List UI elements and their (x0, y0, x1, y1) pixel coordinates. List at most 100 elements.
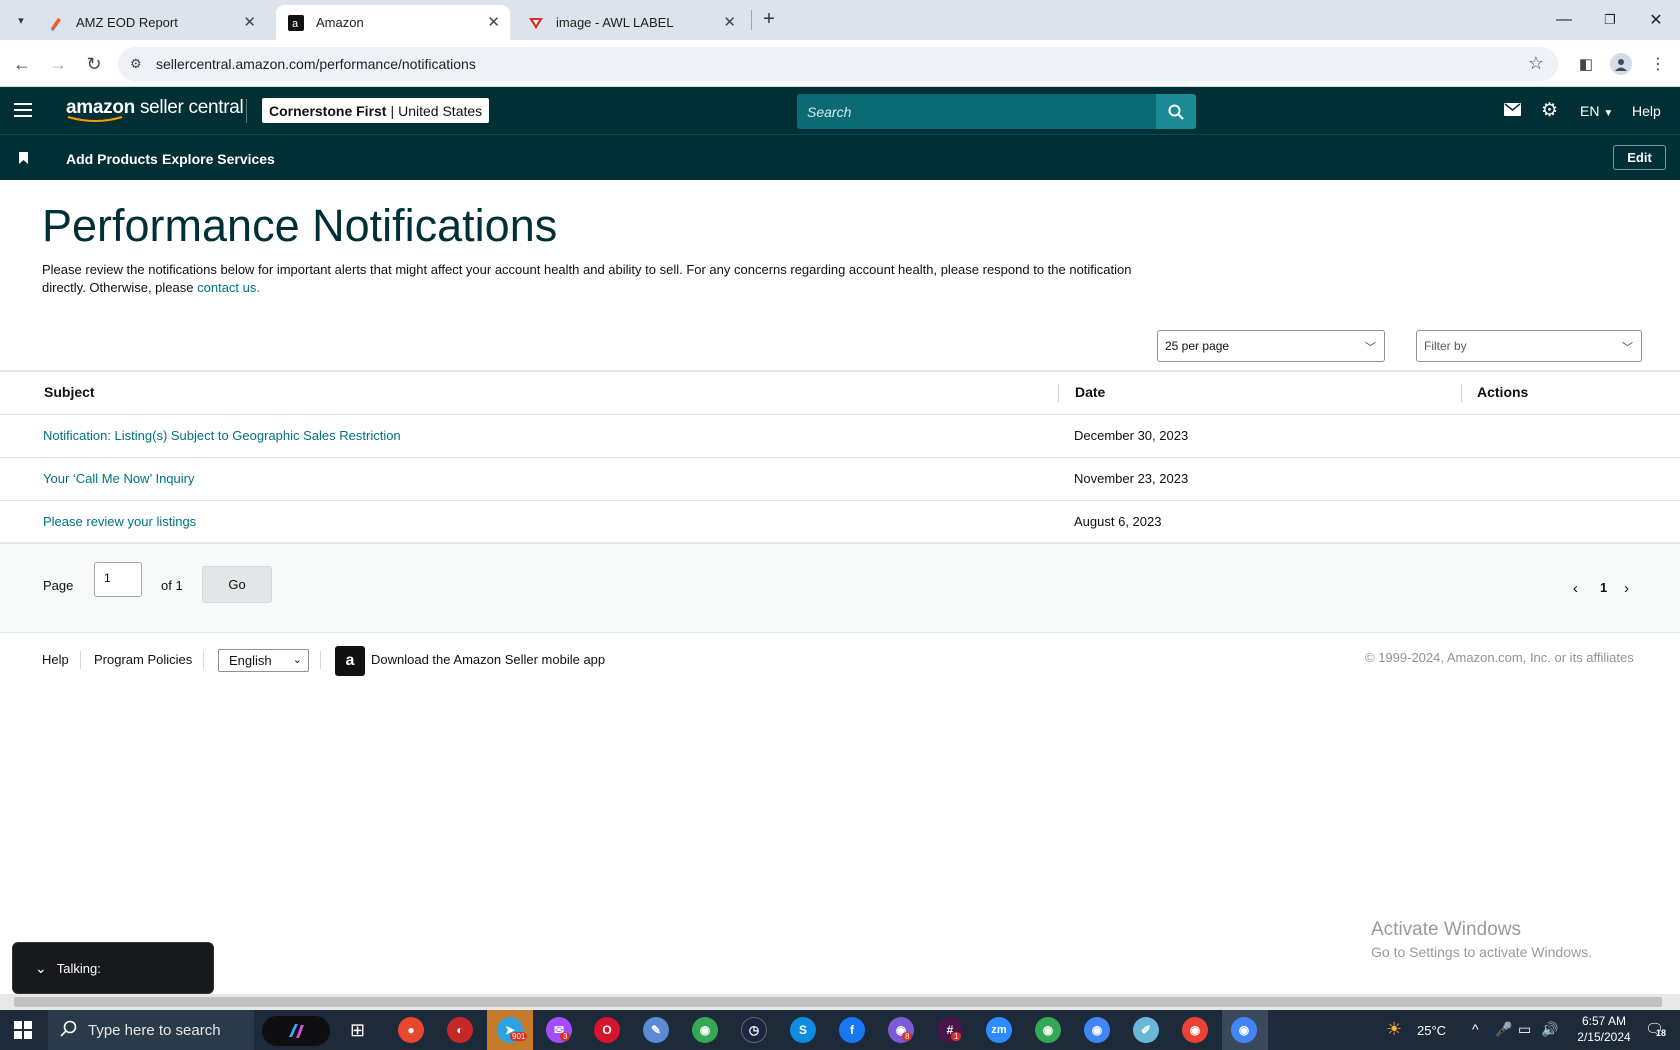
settings-gear-icon[interactable]: ⚙ (1541, 99, 1558, 122)
notification-date: November 23, 2023 (1074, 471, 1189, 486)
page-number-input[interactable]: 1 (94, 562, 142, 597)
chrome-work-icon[interactable]: ◉ (1035, 1017, 1061, 1043)
task-view-icon[interactable]: ⊞ (350, 1020, 365, 1041)
explore-services-link[interactable]: Explore Services (162, 151, 275, 167)
svg-text:a: a (292, 18, 299, 30)
hamburger-menu-icon[interactable] (14, 102, 34, 118)
talking-label: Talking: (56, 960, 101, 976)
site-info-icon[interactable]: ⚙ (130, 56, 142, 72)
facebook-app-icon[interactable]: f (839, 1017, 865, 1043)
bookmark-icon[interactable] (19, 151, 28, 169)
chrome-browser-icon[interactable]: ◉ (692, 1017, 718, 1043)
column-divider (1461, 384, 1462, 402)
amazon-favicon-icon: a (288, 14, 304, 31)
close-tab-icon[interactable]: ✕ (723, 13, 736, 31)
seller-central-logo[interactable]: amazon seller central (66, 97, 244, 122)
address-bar[interactable]: ⚙ sellercentral.amazon.com/performance/n… (118, 47, 1558, 81)
search-box[interactable]: Search (797, 94, 1196, 129)
microphone-icon[interactable]: 🎤 (1495, 1021, 1512, 1038)
pdf-app-icon[interactable]: ◐ (447, 1017, 473, 1043)
tab-amazon[interactable]: a Amazon ✕ (276, 5, 510, 40)
download-app-link[interactable]: Download the Amazon Seller mobile app (371, 652, 605, 667)
next-page-icon[interactable]: › (1624, 580, 1629, 597)
windows-start-icon[interactable] (14, 1021, 32, 1044)
tab-search-icon[interactable]: ▾ (10, 9, 32, 31)
filter-by-select[interactable]: Filter by ﹀ (1416, 330, 1642, 362)
clock-date: 2/15/2024 (1577, 1030, 1631, 1044)
side-panel-icon[interactable]: ◧ (1572, 50, 1600, 78)
weather-temp[interactable]: 25°C (1417, 1023, 1446, 1038)
notification-subject-link[interactable]: Please review your listings (43, 514, 196, 529)
notification-subject-link[interactable]: Your ‘Call Me Now’ Inquiry (43, 471, 195, 486)
footer-language-select[interactable]: English ⌄ (218, 649, 309, 672)
program-policies-link[interactable]: Program Policies (94, 652, 192, 667)
paint-app-icon[interactable]: ✎ (643, 1017, 669, 1043)
current-page-number[interactable]: 1 (1600, 580, 1607, 595)
edit-button[interactable]: Edit (1613, 145, 1666, 170)
contact-us-link[interactable]: contact us. (197, 280, 260, 295)
profile-icon[interactable] (1610, 53, 1632, 75)
telegram-badge: 901 (510, 1032, 528, 1041)
chevron-down-icon: ﹀ (1622, 342, 1633, 354)
back-icon[interactable]: ← (8, 50, 36, 78)
chrome-other-icon[interactable]: ◉ (1084, 1017, 1110, 1043)
footer-language-value: English (229, 653, 272, 668)
mail-icon[interactable] (1504, 103, 1521, 121)
forward-icon[interactable]: → (44, 50, 72, 78)
close-tab-icon[interactable]: ✕ (243, 13, 256, 31)
language-code: EN (1580, 103, 1600, 119)
previous-page-icon[interactable]: ‹ (1573, 580, 1578, 597)
search-input[interactable]: Search (807, 104, 851, 120)
chrome-second-icon[interactable]: ◉ (1182, 1017, 1208, 1043)
tab-amz-eod-report[interactable]: AMZ EOD Report ✕ (36, 5, 266, 40)
weather-icon[interactable]: ☀ (1386, 1019, 1402, 1040)
label-favicon-icon (528, 15, 544, 31)
notification-count: 18 (1656, 1028, 1667, 1038)
notes-app-icon[interactable]: ✐ (1133, 1017, 1159, 1043)
skype-app-icon[interactable]: S (790, 1017, 816, 1043)
account-switcher[interactable]: Cornerstone First | United States (262, 98, 490, 123)
chrome-app-icon[interactable]: ● (398, 1017, 424, 1043)
language-selector[interactable]: EN ▼ (1580, 103, 1613, 119)
restore-icon[interactable]: ❐ (1587, 6, 1633, 34)
bookmark-star-icon[interactable]: ☆ (1528, 53, 1544, 74)
close-window-icon[interactable]: ✕ (1633, 6, 1679, 34)
chevron-down-icon[interactable]: ⌄ (35, 960, 47, 977)
taskbar-search[interactable]: Type here to search (48, 1010, 254, 1050)
search-button[interactable] (1156, 94, 1196, 129)
seller-app-icon[interactable]: a (335, 646, 365, 676)
tab-awl-label[interactable]: image - AWL LABEL ✕ (516, 5, 746, 40)
browser-menu-icon[interactable]: ⋮ (1644, 50, 1672, 78)
notification-date: December 30, 2023 (1074, 428, 1189, 443)
network-icon[interactable]: ▭ (1518, 1021, 1531, 1038)
zoom-app-icon[interactable]: zm (986, 1017, 1012, 1043)
page-label: Page (43, 578, 74, 593)
header-help-link[interactable]: Help (1632, 103, 1661, 119)
tray-chevron-icon[interactable]: ^ (1472, 1021, 1479, 1037)
volume-icon[interactable]: 🔊 (1541, 1021, 1558, 1038)
footer-help-link[interactable]: Help (42, 652, 69, 667)
copilot-icon[interactable] (262, 1016, 330, 1046)
minimize-icon[interactable]: — (1541, 6, 1587, 34)
talking-widget[interactable]: ⌄ Talking: (12, 942, 214, 994)
opera-app-icon[interactable]: O (594, 1017, 620, 1043)
filter-placeholder: Filter by (1424, 339, 1467, 353)
tab-title: AMZ EOD Report (76, 15, 178, 30)
column-header-date[interactable]: Date (1075, 384, 1105, 400)
chrome-active-icon[interactable]: ◉ (1231, 1017, 1257, 1043)
page-title: Performance Notifications (42, 200, 558, 251)
new-tab-icon[interactable]: + (758, 8, 780, 30)
account-name: Cornerstone First (269, 102, 387, 119)
scrollbar-thumb[interactable] (14, 997, 1662, 1007)
footer-divider (80, 651, 81, 669)
close-tab-icon[interactable]: ✕ (487, 13, 500, 31)
go-button[interactable]: Go (202, 566, 272, 603)
notification-subject-link[interactable]: Notification: Listing(s) Subject to Geog… (43, 428, 401, 443)
add-products-link[interactable]: Add Products (66, 151, 158, 167)
taskbar-clock[interactable]: 6:57 AM 2/15/2024 (1574, 1014, 1634, 1044)
per-page-select[interactable]: 25 per page ﹀ (1157, 330, 1385, 362)
horizontal-scrollbar[interactable] (0, 994, 1680, 1010)
clock-app-icon[interactable]: ◷ (741, 1017, 767, 1043)
column-header-subject[interactable]: Subject (44, 384, 95, 400)
reload-icon[interactable]: ↻ (80, 50, 108, 78)
